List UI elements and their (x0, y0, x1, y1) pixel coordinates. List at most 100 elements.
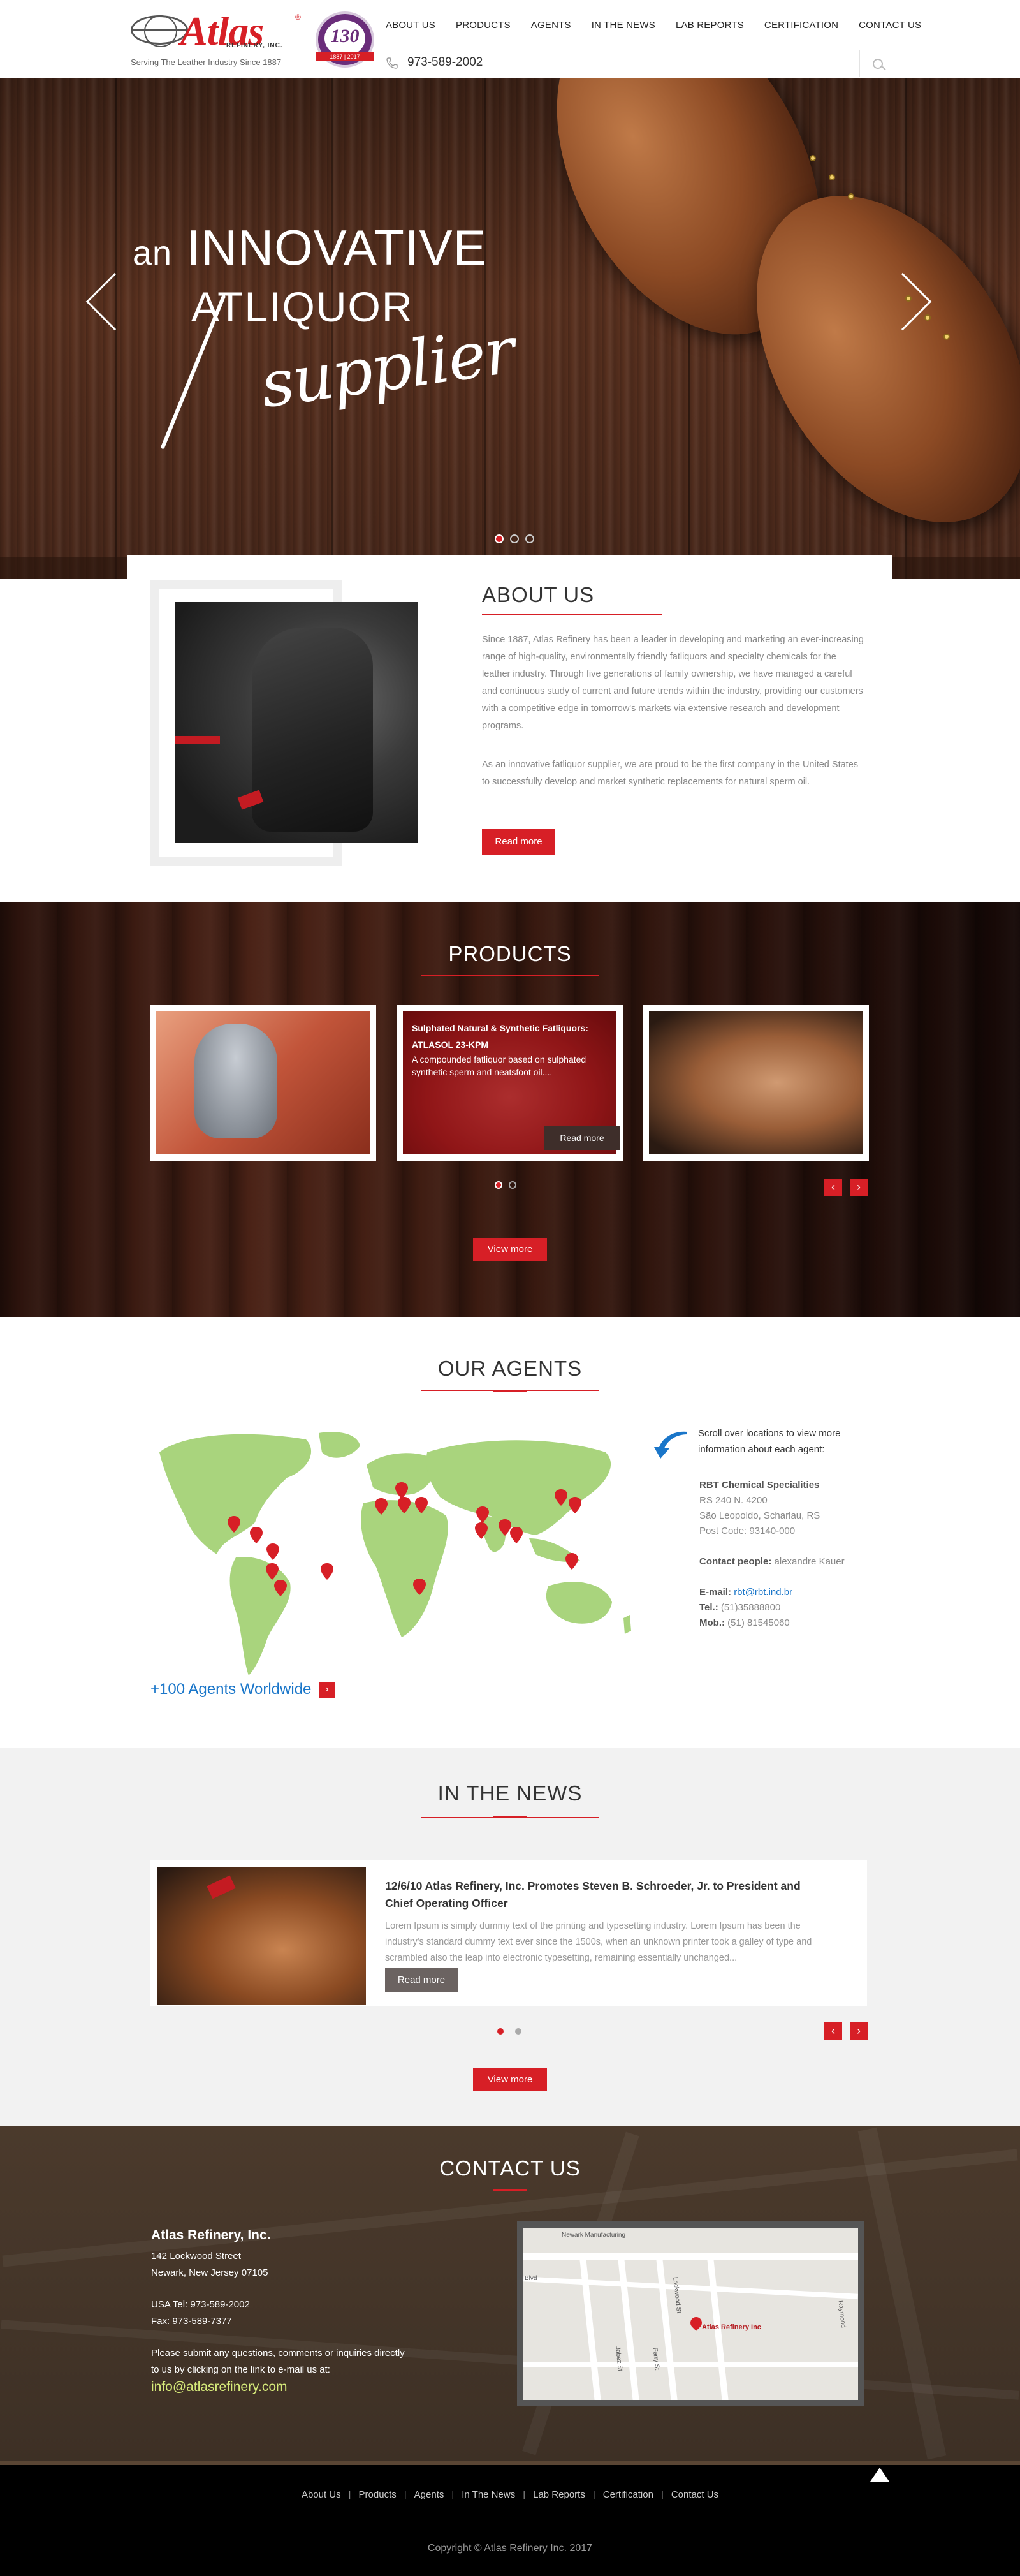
cat-shape (194, 1024, 277, 1138)
news-card: 12/6/10 Atlas Refinery, Inc. Promotes St… (150, 1860, 867, 2006)
agent-email: E-mail: rbt@rbt.ind.br (699, 1587, 793, 1598)
map-street (523, 2276, 858, 2299)
agents-worldwide-text: +100 Agents Worldwide (150, 1681, 312, 1698)
hero-dot-2[interactable] (510, 534, 519, 543)
nav-about-us[interactable]: ABOUT US (386, 20, 435, 31)
hero-an: an (133, 234, 173, 272)
news-item-text: Lorem Ipsum is simply dummy text of the … (385, 1921, 812, 1963)
news-dot-2[interactable] (515, 2028, 521, 2035)
product-card-3[interactable] (643, 1005, 869, 1161)
search-button[interactable] (859, 50, 896, 77)
nav-lab-reports[interactable]: LAB REPORTS (676, 20, 744, 31)
shoe-eyelet (924, 314, 931, 321)
footer-link-products[interactable]: Products (359, 2489, 397, 2500)
product-title: Sulphated Natural & Synthetic Fatliquors… (412, 1023, 588, 1050)
red-tag (207, 1875, 236, 1899)
nav-contact-us[interactable]: CONTACT US (859, 20, 921, 31)
site-footer: About Us | Products | Agents | In The News | Lab… (0, 2461, 1020, 2576)
footer-nav: About Us | Products | Agents | In The News | Lab… (0, 2489, 1020, 2500)
phone-row: 973-589-2002 (386, 50, 861, 77)
news-read-more-button[interactable]: Read more (385, 1968, 458, 1992)
contact-email-link[interactable]: info@atlasrefinery.com (151, 2380, 288, 2395)
agents-hint: Scroll over locations to view more infor… (698, 1428, 841, 1455)
products-next-arrow[interactable]: › (850, 1179, 868, 1196)
news-view-more-button[interactable]: View more (473, 2068, 547, 2091)
news-title-underline (421, 1816, 599, 1818)
copyright: Copyright © Atlas Refinery Inc. 2017 (427, 2543, 593, 2554)
product-read-more-button[interactable]: Read more (544, 1126, 620, 1150)
news-leather-seat-image (157, 1867, 366, 2005)
agent-pin[interactable] (569, 1497, 581, 1513)
product-card-1[interactable] (150, 1005, 376, 1161)
map-street (523, 2253, 858, 2260)
map-street (523, 2362, 858, 2367)
footer-link-contact-us[interactable]: Contact Us (671, 2489, 718, 2500)
agent-tel: Tel.: (51)35888800 (699, 1602, 781, 1613)
agents-title: OUR AGENTS (437, 1357, 583, 1380)
products-dot-2[interactable] (509, 1181, 516, 1189)
footer-link-certification[interactable]: Certification (603, 2489, 653, 2500)
contact-fax: Fax: 973-589-7377 (151, 2316, 232, 2327)
news-prev-arrow[interactable]: ‹ (824, 2022, 842, 2040)
agent-email-link[interactable]: rbt@rbt.ind.br (734, 1587, 792, 1598)
hero-slider: an INNOVATIVE ATLIQUOR supplier (0, 78, 1020, 579)
news-section: IN THE NEWS 12/6/10 Atlas Refinery, Inc.… (0, 1748, 1020, 2126)
agent-pin[interactable] (510, 1527, 523, 1543)
search-icon (873, 59, 883, 69)
hero-dot-3[interactable] (525, 534, 534, 543)
footer-link-lab-reports[interactable]: Lab Reports (533, 2489, 585, 2500)
products-pagination (495, 1181, 523, 1192)
about-read-more-button[interactable]: Read more (482, 829, 555, 855)
map-label-left: Blvd (525, 2275, 537, 2282)
agent-pin[interactable] (321, 1563, 333, 1580)
agent-name: RBT Chemical Specialities (699, 1480, 820, 1490)
products-prev-arrow[interactable]: ‹ (824, 1179, 842, 1196)
product-card-2[interactable]: Sulphated Natural & Synthetic Fatliquors… (397, 1005, 623, 1161)
map-new-zealand (623, 1615, 631, 1634)
footer-link-in-the-news[interactable]: In The News (462, 2489, 515, 2500)
footer-link-about-us[interactable]: About Us (302, 2489, 341, 2500)
footer-link-agents[interactable]: Agents (414, 2489, 444, 2500)
agents-worldwide-link[interactable]: +100 Agents Worldwide › (150, 1681, 335, 1700)
nav-certification[interactable]: CERTIFICATION (764, 20, 838, 31)
agent-pin[interactable] (266, 1543, 279, 1560)
news-item-title[interactable]: 12/6/10 Atlas Refinery, Inc. Promotes St… (385, 1878, 831, 1912)
nav-products[interactable]: PRODUCTS (456, 20, 511, 31)
map-africa (361, 1500, 448, 1637)
map-label-street-3: Ferry St (651, 2347, 661, 2371)
news-next-arrow[interactable]: › (850, 2022, 868, 2040)
nav-agents[interactable]: AGENTS (531, 20, 571, 31)
products-title-underline (421, 975, 599, 976)
contact-company: Atlas Refinery, Inc. (151, 2228, 271, 2242)
cat-on-leather-image (156, 1011, 370, 1154)
contact-title: CONTACT US (439, 2156, 581, 2180)
contact-note: Please submit any questions, comments or… (151, 2348, 405, 2375)
agent-address-1: RS 240 N. 4200 (699, 1495, 768, 1506)
news-dot-1[interactable] (497, 2028, 504, 2035)
agent-pin[interactable] (565, 1553, 578, 1570)
badge-number: 130 (330, 26, 360, 47)
agent-pin[interactable] (250, 1527, 263, 1543)
about-title-underline (482, 614, 662, 615)
contact-street: 142 Lockwood Street (151, 2251, 241, 2262)
registered-mark: ® (295, 13, 301, 22)
map-greenland (319, 1432, 360, 1458)
phone-number[interactable]: 973-589-2002 (407, 55, 483, 70)
hero-headline-1: an INNOVATIVE (133, 219, 487, 277)
news-title: IN THE NEWS (437, 1781, 583, 1805)
nav-in-the-news[interactable]: IN THE NEWS (592, 20, 655, 31)
products-view-more-button[interactable]: View more (473, 1238, 547, 1261)
map-south-america (229, 1557, 291, 1675)
hero-dot-1[interactable] (495, 534, 504, 543)
hero-pagination (495, 534, 541, 547)
footer-separator: | (592, 2489, 595, 2500)
hero-headline-2: ATLIQUOR (191, 283, 414, 330)
map-label-right: Raymond (836, 2300, 847, 2329)
location-map[interactable]: Newark Manufacturing Blvd Lockwood St Ja… (517, 2221, 864, 2406)
back-to-top-icon[interactable] (870, 2468, 889, 2482)
hero-prev-arrow[interactable] (85, 272, 144, 331)
map-street (617, 2253, 640, 2400)
agent-pin[interactable] (395, 1482, 408, 1499)
products-dot-1[interactable] (495, 1181, 502, 1189)
world-map[interactable] (147, 1427, 644, 1675)
